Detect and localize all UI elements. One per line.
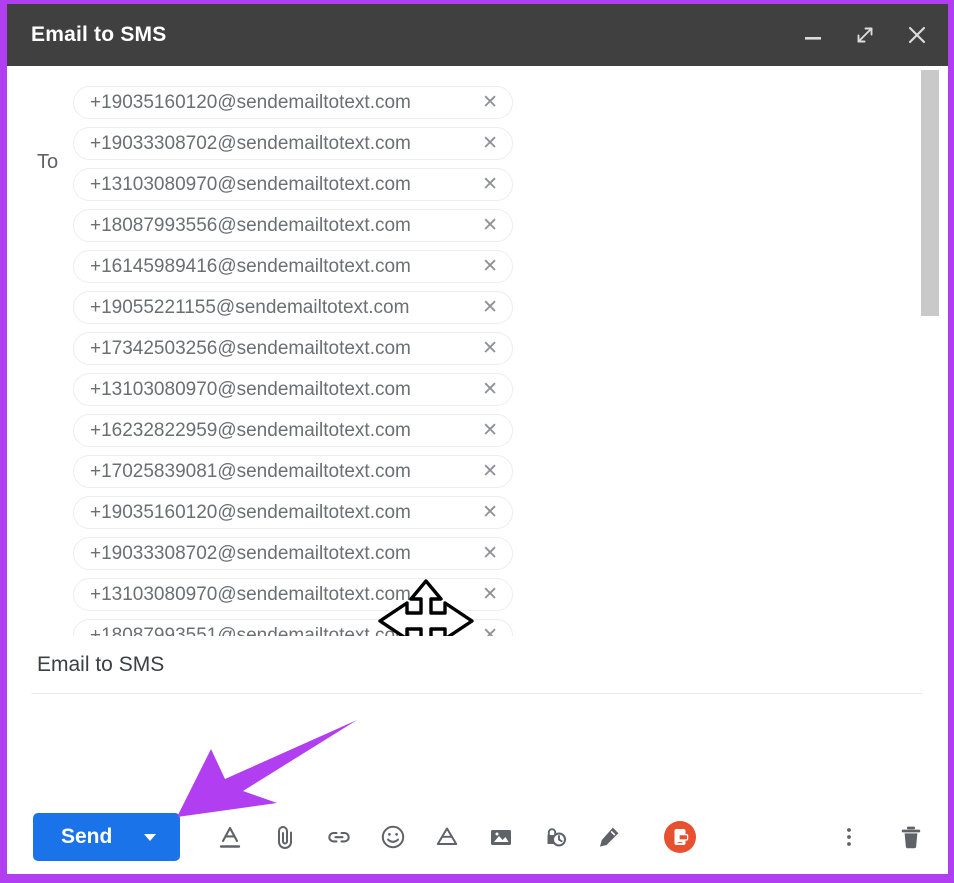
fullscreen-diagonal-icon[interactable]	[852, 22, 878, 48]
remove-recipient-icon[interactable]: ✕	[468, 585, 498, 604]
three-dots-vertical-icon[interactable]	[834, 822, 864, 852]
recipient-chip[interactable]: +19033308702@sendemailtotext.com ✕	[73, 127, 513, 160]
remove-recipient-icon[interactable]: ✕	[468, 421, 498, 440]
recipients-area[interactable]: To +19035160120@sendemailtotext.com ✕ +190…	[7, 66, 948, 636]
recipient-chip-label: +13103080970@sendemailtotext.com	[90, 584, 411, 605]
trash-icon[interactable]	[896, 822, 926, 852]
remove-recipient-icon[interactable]: ✕	[468, 339, 498, 358]
remove-recipient-icon[interactable]: ✕	[468, 626, 498, 636]
pen-icon[interactable]	[594, 822, 624, 852]
recipient-chip-label: +19035160120@sendemailtotext.com	[90, 502, 411, 523]
recipient-chip-label: +19033308702@sendemailtotext.com	[90, 133, 411, 154]
remove-recipient-icon[interactable]: ✕	[468, 462, 498, 481]
to-label: To	[37, 151, 59, 173]
link-icon[interactable]	[324, 822, 354, 852]
minimize-icon[interactable]	[800, 22, 826, 48]
emoji-smiley-icon[interactable]	[378, 822, 408, 852]
compose-toolbar: Send	[7, 795, 948, 874]
google-drive-icon[interactable]	[432, 822, 462, 852]
remove-recipient-icon[interactable]: ✕	[468, 175, 498, 194]
recipient-chip[interactable]: +13103080970@sendemailtotext.com ✕	[73, 168, 513, 201]
remove-recipient-icon[interactable]: ✕	[468, 298, 498, 317]
mobile-device-icon[interactable]	[664, 820, 697, 853]
recipient-chip[interactable]: +19033308702@sendemailtotext.com ✕	[73, 537, 513, 570]
remove-recipient-icon[interactable]: ✕	[468, 380, 498, 399]
recipient-chip-label: +19033308702@sendemailtotext.com	[90, 543, 411, 564]
annotated-screenshot-frame: Email to SMS To +19035160120@sendemailto…	[0, 0, 954, 883]
recipient-chip-label: +17342503256@sendemailtotext.com	[90, 338, 411, 359]
remove-recipient-icon[interactable]: ✕	[468, 257, 498, 276]
recipient-chip[interactable]: +19035160120@sendemailtotext.com ✕	[73, 86, 513, 119]
recipient-chip-label: +19055221155@sendemailtotext.com	[90, 297, 410, 318]
recipient-chip-label: +13103080970@sendemailtotext.com	[90, 379, 411, 400]
recipient-chip[interactable]: +16145989416@sendemailtotext.com ✕	[73, 250, 513, 283]
window-controls	[800, 22, 930, 48]
chevron-down-icon[interactable]	[134, 829, 180, 845]
compose-window-titlebar: Email to SMS	[7, 4, 948, 66]
send-button[interactable]: Send	[33, 812, 181, 861]
image-icon[interactable]	[486, 822, 516, 852]
subject-divider	[31, 693, 923, 694]
recipient-chip[interactable]: +17025839081@sendemailtotext.com ✕	[73, 455, 513, 488]
message-body-input[interactable]	[7, 697, 948, 795]
remove-recipient-icon[interactable]: ✕	[468, 134, 498, 153]
recipient-chip[interactable]: +18087993556@sendemailtotext.com ✕	[73, 209, 513, 242]
format-text-a-icon[interactable]	[216, 822, 246, 852]
paperclip-icon[interactable]	[270, 822, 300, 852]
recipient-chip-label: +17025839081@sendemailtotext.com	[90, 461, 411, 482]
recipients-scrollbar-thumb[interactable]	[921, 70, 939, 316]
recipients-scrollbar-track[interactable]	[921, 66, 939, 636]
recipient-chip-label: +18087993556@sendemailtotext.com	[90, 215, 411, 236]
recipient-chip-label: +19035160120@sendemailtotext.com	[90, 92, 411, 113]
toolbar-right-group	[810, 822, 948, 852]
lock-clock-icon[interactable]	[540, 822, 570, 852]
subject-row[interactable]: Email to SMS	[7, 644, 948, 696]
subject-input[interactable]: Email to SMS	[37, 654, 164, 675]
recipient-chip-label: +16145989416@sendemailtotext.com	[90, 256, 411, 277]
remove-recipient-icon[interactable]: ✕	[468, 216, 498, 235]
recipient-chip[interactable]: +19055221155@sendemailtotext.com ✕	[73, 291, 513, 324]
recipient-chip-label: +16232822959@sendemailtotext.com	[90, 420, 411, 441]
close-icon[interactable]	[904, 22, 930, 48]
recipient-chip[interactable]: +16232822959@sendemailtotext.com ✕	[73, 414, 513, 447]
recipient-chip[interactable]: +13103080970@sendemailtotext.com ✕	[73, 373, 513, 406]
recipient-chip-list: +19035160120@sendemailtotext.com ✕ +190333…	[73, 86, 513, 636]
recipient-chip[interactable]: +17342503256@sendemailtotext.com ✕	[73, 332, 513, 365]
remove-recipient-icon[interactable]: ✕	[468, 503, 498, 522]
recipient-chip[interactable]: +13103080970@sendemailtotext.com ✕	[73, 578, 513, 611]
window-title: Email to SMS	[31, 23, 167, 46]
recipient-chip[interactable]: +18087993551@sendemailtotext.com ✕	[73, 619, 513, 636]
remove-recipient-icon[interactable]: ✕	[468, 93, 498, 112]
remove-recipient-icon[interactable]: ✕	[468, 544, 498, 563]
recipient-chip-label: +13103080970@sendemailtotext.com	[90, 174, 411, 195]
recipient-chip[interactable]: +19035160120@sendemailtotext.com ✕	[73, 496, 513, 529]
recipient-chip-label: +18087993551@sendemailtotext.com	[90, 625, 411, 636]
send-button-label: Send	[61, 825, 113, 848]
